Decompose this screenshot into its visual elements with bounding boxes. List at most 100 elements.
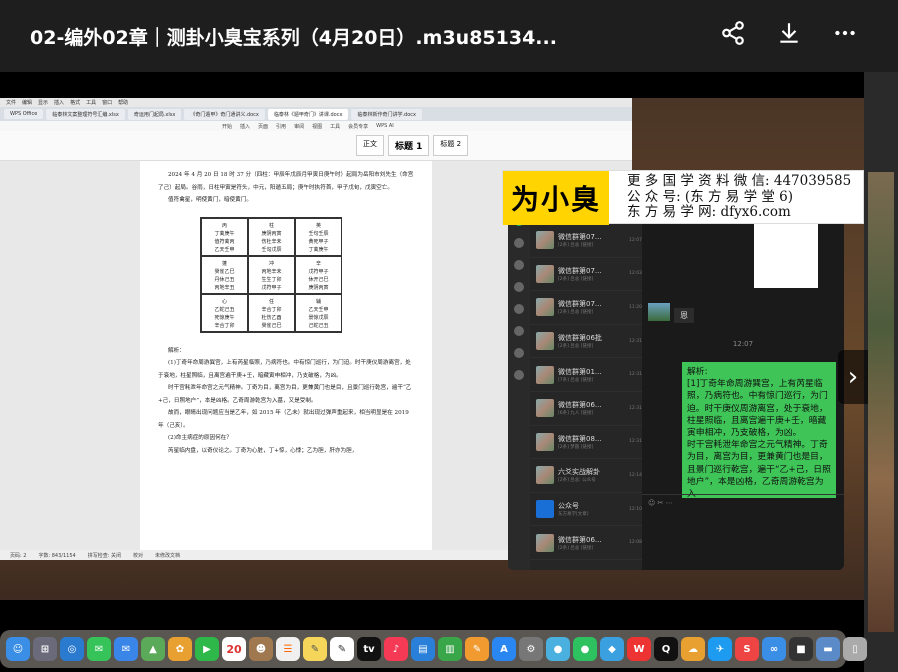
photos-icon[interactable]: ✿ (168, 637, 192, 661)
trash-icon[interactable]: ▯ (843, 637, 867, 661)
finder-icon[interactable]: ☺ (6, 637, 30, 661)
ribbon-tab[interactable]: 开始 (222, 123, 232, 130)
sender-avatar[interactable] (648, 303, 670, 321)
wps-tab[interactable]: WPS Office (4, 109, 44, 119)
chat-item[interactable]: 六爻实战解卦 [2条] 吕总: 公众号 12:14 (530, 459, 642, 493)
menu-item[interactable]: 文件 (6, 99, 16, 106)
chat-item[interactable]: 微信群第01... [7条] 吕总 [链接] 12:31 (530, 358, 642, 392)
chat-item[interactable]: 微信群第06批 [2条] 吕总 [链接] 12:31 (530, 325, 642, 359)
ribbon-tab[interactable]: 工具 (330, 123, 340, 130)
maps2-icon[interactable]: ◆ (600, 637, 624, 661)
doc-paragraph: 值符禽星，明使黄门，暗使黄门。 (168, 197, 252, 203)
qimen-cell: 蓬 癸雀乙巳 丹休己丑 丙地辛丑 (201, 255, 248, 294)
qimen-cell: 心 乙蛇己丑 死惊庚午 辛合丁卯 (201, 293, 248, 332)
chevron-right-icon[interactable]: › (838, 350, 868, 404)
record-icon[interactable]: ■ (789, 637, 813, 661)
doc-paragraph: (2)命主病症的原因何在？ (168, 435, 232, 441)
menu-item[interactable]: 插入 (54, 99, 64, 106)
bird-icon[interactable]: ✈ (708, 637, 732, 661)
tv-icon[interactable]: tv (357, 637, 381, 661)
status-spell[interactable]: 拼写检查: 关闭 (88, 552, 121, 559)
contacts-icon[interactable]: ☻ (249, 637, 273, 661)
style-heading1[interactable]: 标题 1 (388, 135, 430, 156)
menu-item[interactable]: 编辑 (22, 99, 32, 106)
chat-input[interactable]: ☺ ✂ ⋯ (642, 494, 844, 570)
moments-icon[interactable] (514, 304, 524, 314)
folder-icon[interactable] (514, 282, 524, 292)
balloon-icon[interactable]: ● (546, 637, 570, 661)
wps-tab[interactable]: 临泰林文案整理符号汇编.xlsx (46, 108, 125, 120)
numbers-icon[interactable]: ▥ (438, 637, 462, 661)
pages-icon[interactable]: ✎ (465, 637, 489, 661)
messages-icon[interactable]: ✉ (87, 637, 111, 661)
wps-tab[interactable]: 奇运用门起局.xlsx (127, 108, 182, 120)
keynote-icon[interactable]: ▤ (411, 637, 435, 661)
favorites-icon[interactable] (514, 260, 524, 270)
clouddrive-icon[interactable]: ∞ (762, 637, 786, 661)
status-proof[interactable]: 校对 (133, 552, 143, 559)
chat-item[interactable]: 微信群第07... [2条] 吕总 [链接] 12:03 (530, 258, 642, 292)
maps-icon[interactable]: ▲ (141, 637, 165, 661)
wps-icon[interactable]: W (627, 637, 651, 661)
ribbon-tab[interactable]: WPS AI (376, 123, 394, 129)
next-video-thumbnail[interactable] (868, 172, 894, 632)
share-icon[interactable] (720, 20, 746, 46)
chat-item[interactable]: 微信群第06... [2条] 吕总 [链接] 12:08 (530, 526, 642, 560)
folder-icon[interactable]: ▬ (816, 637, 840, 661)
ribbon-tab[interactable]: 视图 (312, 123, 322, 130)
ribbon-tab[interactable]: 插入 (240, 123, 250, 130)
wps-tab[interactable]: 《奇门遁甲》奇门通讲义.docx (184, 108, 265, 120)
ribbon-tab[interactable]: 会员专享 (348, 123, 368, 130)
facetime-icon[interactable]: ▶ (195, 637, 219, 661)
avatar (536, 298, 554, 317)
more-icon[interactable] (832, 20, 858, 46)
search-icon[interactable] (514, 348, 524, 358)
mini-program-icon[interactable] (514, 370, 524, 380)
document-page[interactable]: 2024 年 4 月 20 日 18 时 37 分（四柱：甲辰年戊辰月甲寅日庚午… (140, 161, 432, 552)
music-icon[interactable]: ♪ (384, 637, 408, 661)
menu-item[interactable]: 工具 (86, 99, 96, 106)
ribbon-tabs: 开始 插入 页面 引用 审阅 视图 工具 会员专享 WPS AI (0, 121, 632, 131)
freeform-icon[interactable]: ✎ (330, 637, 354, 661)
style-heading2[interactable]: 标题 2 (433, 135, 469, 156)
ribbon-tab[interactable]: 审阅 (294, 123, 304, 130)
launchpad-icon[interactable]: ⊞ (33, 637, 57, 661)
wps-tab[interactable]: 临泰林新作奇门讲学.docx (351, 108, 422, 120)
sent-message-bubble[interactable]: 解析: [1]丁奇年命周游巽宫，上有芮星临照，乃病符也。中有惊门巡行，为门迫。时… (682, 362, 836, 498)
avatar (536, 231, 554, 250)
cloud-icon[interactable]: ☁ (681, 637, 705, 661)
doc-paragraph: (1)丁奇年命周游巽宫，上有芮星临照，乃病符也。中有惊门巡行，为门迫。时干庚仪周… (158, 360, 411, 379)
qimen-chart: 丙 丁禽庚午 值符禽丙 乙天壬申 柱 庚阴丙寅 伤杜辛未 壬勾戊辰 英 壬句壬辰… (200, 216, 342, 333)
menu-item[interactable]: 窗口 (102, 99, 112, 106)
appstore-icon[interactable]: A (492, 637, 516, 661)
calendar-icon[interactable]: 20 (222, 637, 246, 661)
download-icon[interactable] (776, 20, 802, 46)
chat-item[interactable]: 微信群第07... [2条] 吕总 [链接] 11:20 (530, 291, 642, 325)
contacts-icon[interactable] (514, 238, 524, 248)
wps-tab-active[interactable]: 临泰林《遁甲奇门》讲课.docx (267, 108, 349, 120)
doc-paragraph: 故而，眼睛出现问题应当是乙年，如 2015 年（乙未）就出现过弹声重起来，相当明… (158, 410, 409, 429)
mindmap-icon[interactable]: S (735, 637, 759, 661)
ribbon-tab[interactable]: 引用 (276, 123, 286, 130)
menu-item[interactable]: 格式 (70, 99, 80, 106)
wps-menubar: 文件 编辑 显示 插入 格式 工具 窗口 帮助 (0, 98, 632, 107)
menu-item[interactable]: 帮助 (118, 99, 128, 106)
menu-item[interactable]: 显示 (38, 99, 48, 106)
mail-icon[interactable]: ✉ (114, 637, 138, 661)
watermark-logo: 为小臭 (503, 171, 609, 225)
notes-icon[interactable]: ✎ (303, 637, 327, 661)
chat-item[interactable]: 微信群第07... [2条] 吕总 [链接] 12:07 (530, 224, 642, 258)
settings-icon[interactable]: ⚙ (519, 637, 543, 661)
qq-icon[interactable]: Q (654, 637, 678, 661)
channels-icon[interactable] (514, 326, 524, 336)
style-normal[interactable]: 正文 (356, 135, 384, 156)
ribbon-tab[interactable]: 页面 (258, 123, 268, 130)
doc-paragraph: 芮星临内盘，以奇仪论之。丁奇为心脏，丁+惊，心悸；乙为胆，肝亦为胆， (168, 447, 358, 454)
chat-item[interactable]: 公众号 东方易学[文章] 12:10 (530, 493, 642, 527)
safari-icon[interactable]: ◎ (60, 637, 84, 661)
chat-item[interactable]: 微信群第06... [6条] 九人 [链接] 12:31 (530, 392, 642, 426)
chat-item[interactable]: 微信群第08... [2条] 梦圆 [链接] 12:31 (530, 426, 642, 460)
doc-heading: 解析： (168, 347, 185, 354)
wechat-icon[interactable]: ● (573, 637, 597, 661)
reminders-icon[interactable]: ☰ (276, 637, 300, 661)
